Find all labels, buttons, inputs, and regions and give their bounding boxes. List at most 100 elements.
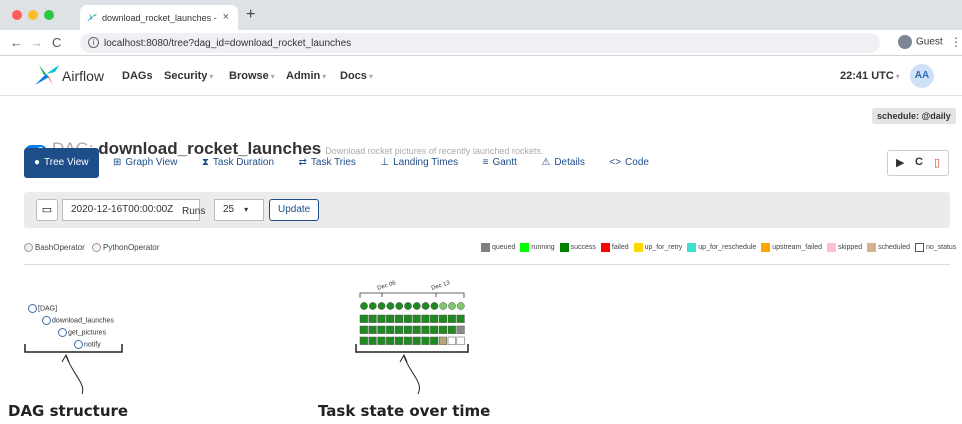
operator-label: BashOperator [35, 243, 85, 252]
dag-run-circle[interactable] [412, 302, 421, 310]
state-legend-item[interactable]: scheduled [864, 243, 910, 252]
task-instance-cell[interactable] [412, 325, 421, 334]
state-legend-item[interactable]: running [517, 243, 555, 252]
task-instance-cell[interactable] [359, 314, 368, 323]
state-legend-item[interactable]: up_for_retry [631, 243, 682, 252]
state-legend-item[interactable]: success [557, 243, 596, 252]
state-swatch [761, 243, 771, 252]
base-date-input[interactable]: 2020-12-16T00:00:00Z [62, 199, 200, 221]
state-legend-item[interactable]: failed [598, 243, 629, 252]
tree-node-get-pictures[interactable]: get_pictures [58, 328, 106, 337]
nav-browse[interactable]: Browse ▾ [229, 70, 275, 82]
forward-icon[interactable]: → [30, 35, 43, 50]
task-instance-cell[interactable] [394, 314, 404, 323]
tab-task-duration[interactable]: ⧗ Task Duration [192, 148, 284, 178]
refresh-icon[interactable]: C [915, 156, 923, 168]
dag-run-circle[interactable] [377, 302, 386, 310]
chevron-down-icon: ▾ [368, 72, 373, 81]
task-instance-cell[interactable] [386, 314, 395, 323]
new-tab-icon[interactable]: + [246, 6, 255, 24]
dag-run-circle[interactable] [439, 302, 448, 310]
browser-menu-icon[interactable]: ⋮ [950, 35, 962, 49]
calendar-icon[interactable]: ▭ [36, 199, 58, 221]
task-instance-cell[interactable] [386, 325, 395, 334]
task-instance-cell[interactable] [394, 325, 404, 334]
state-legend-item[interactable]: skipped [824, 243, 862, 252]
task-instance-cell[interactable] [359, 325, 368, 334]
task-instance-cell[interactable] [456, 325, 465, 334]
task-instance-cell[interactable] [377, 325, 386, 334]
tree-node-dag[interactable]: [DAG] [28, 304, 57, 313]
task-instance-cell[interactable] [403, 325, 412, 334]
task-instance-cell[interactable] [438, 325, 448, 334]
reload-icon[interactable]: C [52, 35, 61, 50]
state-legend: queued running success failed up_for_ret… [478, 243, 956, 252]
maximize-window-button[interactable] [44, 10, 54, 20]
task-instance-cell[interactable] [430, 314, 439, 323]
task-instance-cell[interactable] [368, 314, 377, 323]
dag-run-circle[interactable] [456, 302, 465, 310]
dag-run-circle[interactable] [386, 302, 395, 310]
trigger-dag-icon[interactable]: ▶ [896, 156, 904, 169]
state-label: failed [611, 244, 629, 252]
nav-dags-label: DAGs [122, 70, 153, 82]
airflow-favicon-icon [86, 13, 98, 22]
bracket-left [24, 344, 123, 353]
dag-run-circle[interactable] [421, 302, 430, 310]
task-instance-cell[interactable] [377, 314, 386, 323]
nav-security[interactable]: Security ▾ [164, 70, 213, 82]
task-instance-cell[interactable] [421, 325, 430, 334]
tab-code[interactable]: <> Code [599, 148, 659, 178]
view-tabs: ● Tree View ⊞ Graph View ⧗ Task Duration ⇄ T… [24, 148, 659, 178]
tab-label: Code [625, 157, 649, 168]
tab-gantt[interactable]: ≡ Gantt [473, 148, 527, 178]
task-instance-cell[interactable] [368, 325, 377, 334]
state-swatch [914, 243, 924, 252]
dag-run-circle[interactable] [404, 302, 412, 310]
user-avatar[interactable]: AA [910, 64, 934, 88]
close-window-button[interactable] [12, 10, 22, 20]
utc-clock[interactable]: 22:41 UTC ▾ [840, 70, 900, 82]
tab-landing-times[interactable]: ⊥ Landing Times [370, 148, 468, 178]
task-instance-cell[interactable] [456, 314, 465, 323]
dag-run-circle[interactable] [430, 302, 439, 310]
dag-run-circle[interactable] [395, 302, 404, 310]
dag-run-circle[interactable] [448, 302, 456, 310]
dag-run-circle[interactable] [368, 302, 377, 310]
state-legend-item[interactable]: upstream_failed [758, 243, 822, 252]
task-instance-cell[interactable] [438, 314, 448, 323]
nav-dags[interactable]: DAGs [122, 70, 153, 82]
site-info-icon[interactable]: i [88, 37, 99, 48]
tab-tree-view[interactable]: ● Tree View [24, 148, 99, 178]
profile-button[interactable]: Guest [898, 35, 943, 49]
state-legend-item[interactable]: queued [478, 243, 515, 252]
task-instance-cell[interactable] [421, 314, 430, 323]
task-instance-cell[interactable] [447, 314, 456, 323]
runs-label: Runs [182, 206, 206, 217]
url-field[interactable]: i localhost:8080/tree?dag_id=download_ro… [80, 33, 880, 53]
back-icon[interactable]: ← [10, 35, 23, 50]
runs-select[interactable]: 25 ▾ [214, 199, 264, 221]
airflow-logo-icon[interactable] [34, 64, 60, 86]
nav-docs[interactable]: Docs ▾ [340, 70, 373, 82]
state-legend-item[interactable]: no_status [912, 243, 956, 252]
delete-icon[interactable]: ▯ [934, 156, 940, 169]
update-button[interactable]: Update [269, 199, 320, 221]
minimize-window-button[interactable] [28, 10, 38, 20]
dag-run-circle[interactable] [360, 302, 368, 310]
task-instance-cell[interactable] [447, 325, 456, 334]
airflow-brand[interactable]: Airflow [62, 68, 104, 84]
task-instance-cell[interactable] [403, 314, 412, 323]
tab-task-tries[interactable]: ⇄ Task Tries [289, 148, 366, 178]
tab-details[interactable]: ⚠ Details [531, 148, 595, 178]
task-instance-cell[interactable] [412, 314, 421, 323]
close-tab-icon[interactable]: × [223, 11, 229, 23]
state-legend-item[interactable]: up_for_reschedule [684, 243, 756, 252]
tab-graph-view[interactable]: ⊞ Graph View [103, 148, 187, 178]
node-circle-icon [28, 304, 37, 313]
nav-admin[interactable]: Admin ▾ [286, 70, 326, 82]
runs-value: 25 [223, 204, 235, 215]
task-instance-cell[interactable] [430, 325, 439, 334]
browser-tab[interactable]: download_rocket_launches - × [80, 5, 238, 30]
tree-node-download-launches[interactable]: download_launches [42, 316, 114, 325]
